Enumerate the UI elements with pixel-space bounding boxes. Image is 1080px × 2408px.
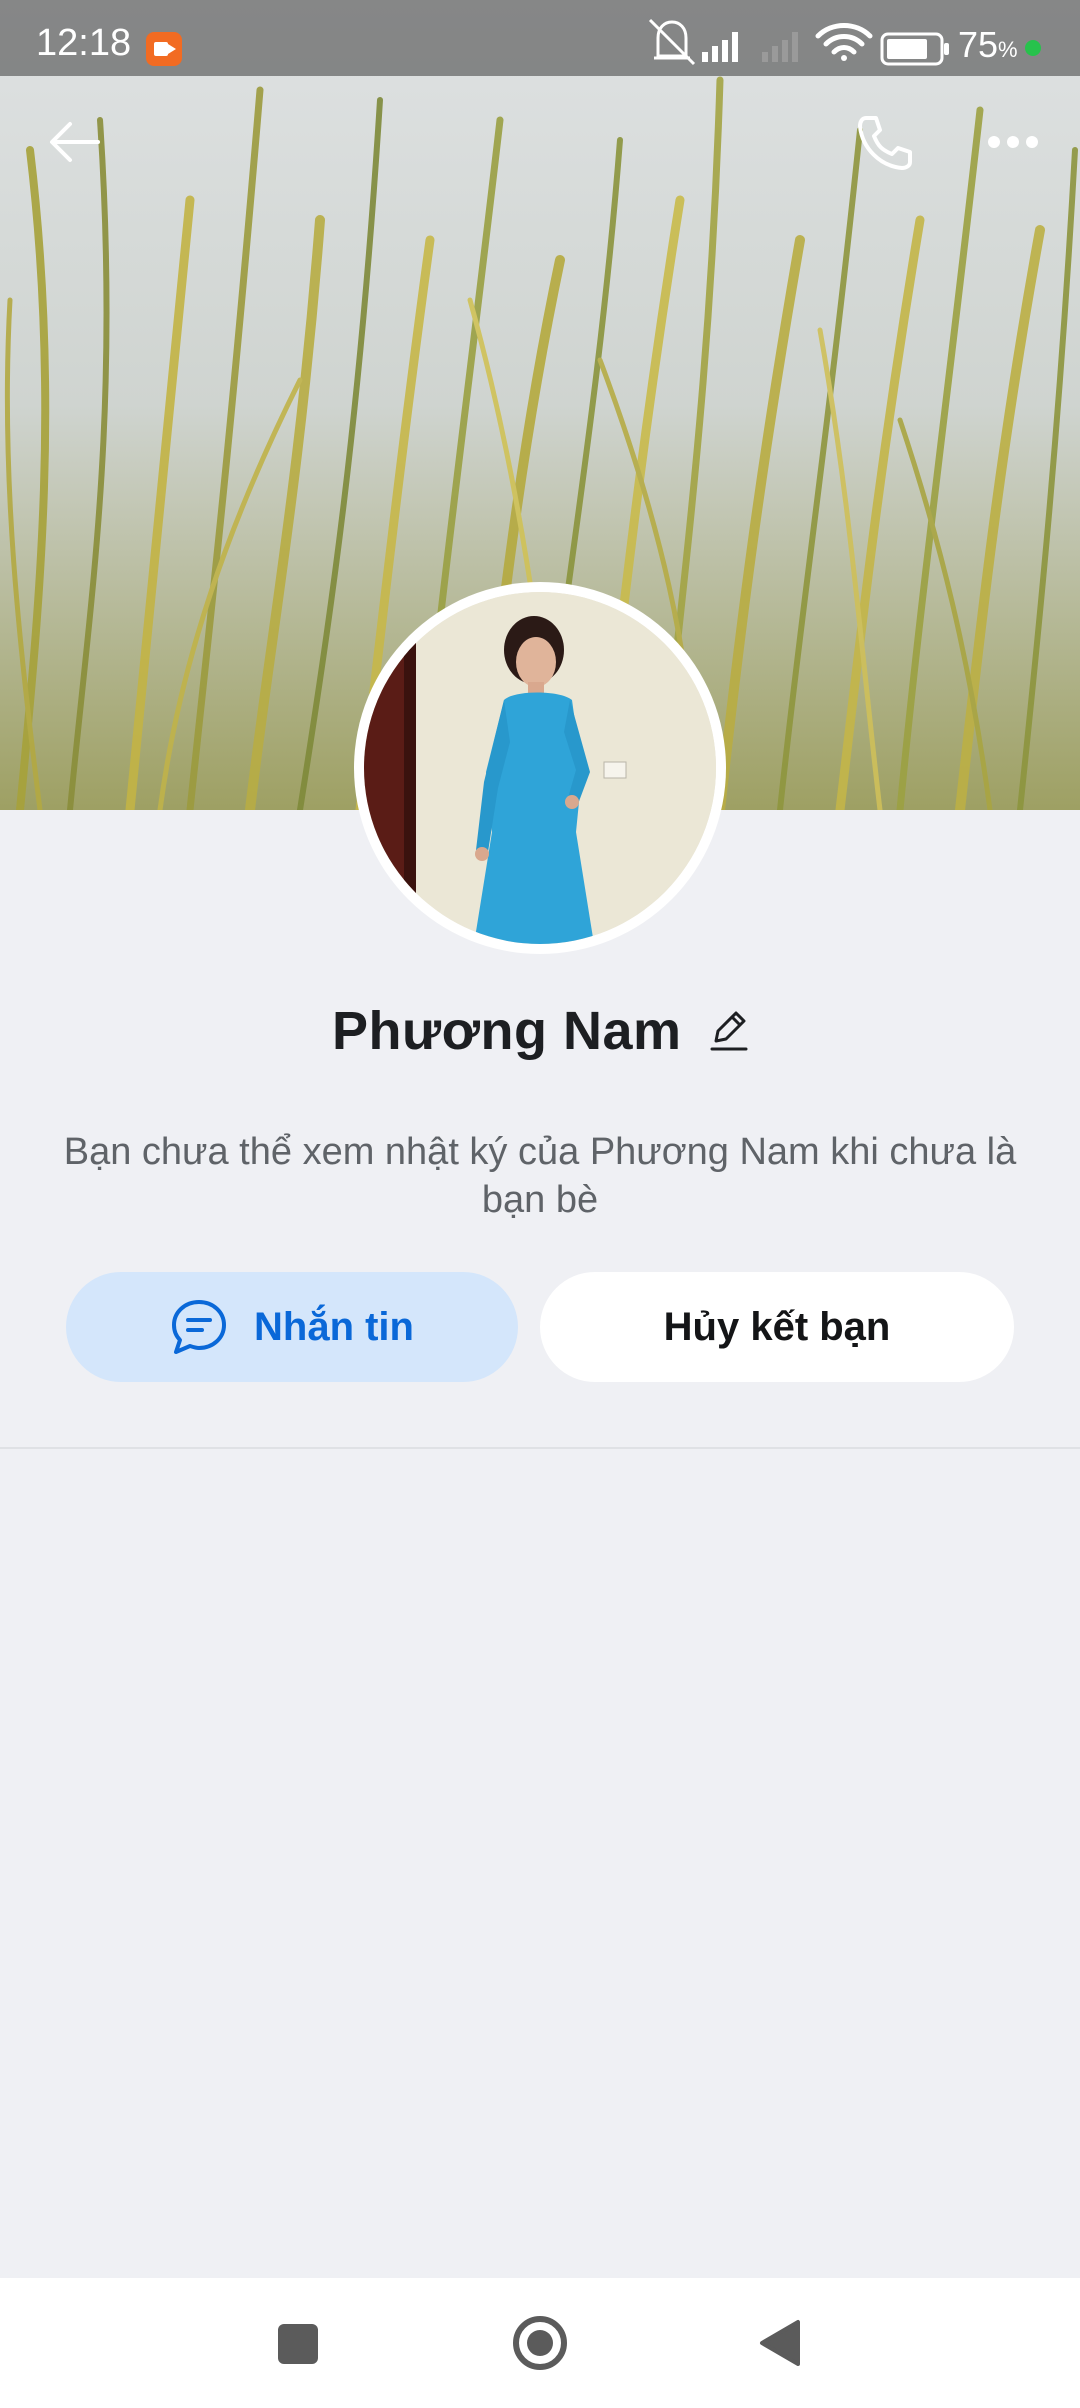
back-triangle-icon[interactable] <box>754 2278 814 2408</box>
profile-name-row: Phương Nam <box>0 1000 1080 1064</box>
avatar[interactable] <box>364 592 716 944</box>
unfriend-button-label: Hủy kết bạn <box>663 1304 891 1349</box>
system-nav-bar <box>0 2278 1080 2408</box>
status-bar: 12:18 75% <box>0 0 1080 76</box>
mute-bell-icon <box>648 18 696 66</box>
chat-bubble-icon <box>172 1300 226 1354</box>
unfriend-button[interactable]: Hủy kết bạn <box>540 1272 1014 1382</box>
status-time: 12:18 <box>36 22 132 64</box>
phone-icon[interactable] <box>852 110 916 174</box>
screen-record-icon <box>146 32 182 66</box>
battery-percent: 75% <box>958 24 1018 65</box>
recents-square-icon[interactable] <box>270 2278 334 2408</box>
wifi-icon <box>815 23 873 61</box>
home-circle-icon[interactable] <box>506 2278 574 2408</box>
message-button[interactable]: Nhắn tin <box>66 1272 518 1382</box>
signal-weak-icon <box>762 32 798 62</box>
profile-name: Phương Nam <box>332 1001 682 1061</box>
arrow-left-icon[interactable] <box>46 112 106 172</box>
message-button-label: Nhắn tin <box>254 1304 414 1349</box>
diary-privacy-notice: Bạn chưa thể xem nhật ký của Phương Nam … <box>63 1131 1017 1221</box>
avatar-photo <box>364 592 716 944</box>
section-divider <box>0 1447 1080 1449</box>
signal-icon <box>702 32 738 62</box>
more-dots-icon[interactable] <box>984 124 1054 160</box>
battery-icon <box>880 32 949 66</box>
privacy-indicator-dot <box>1025 40 1041 56</box>
pencil-icon[interactable] <box>708 1009 748 1053</box>
